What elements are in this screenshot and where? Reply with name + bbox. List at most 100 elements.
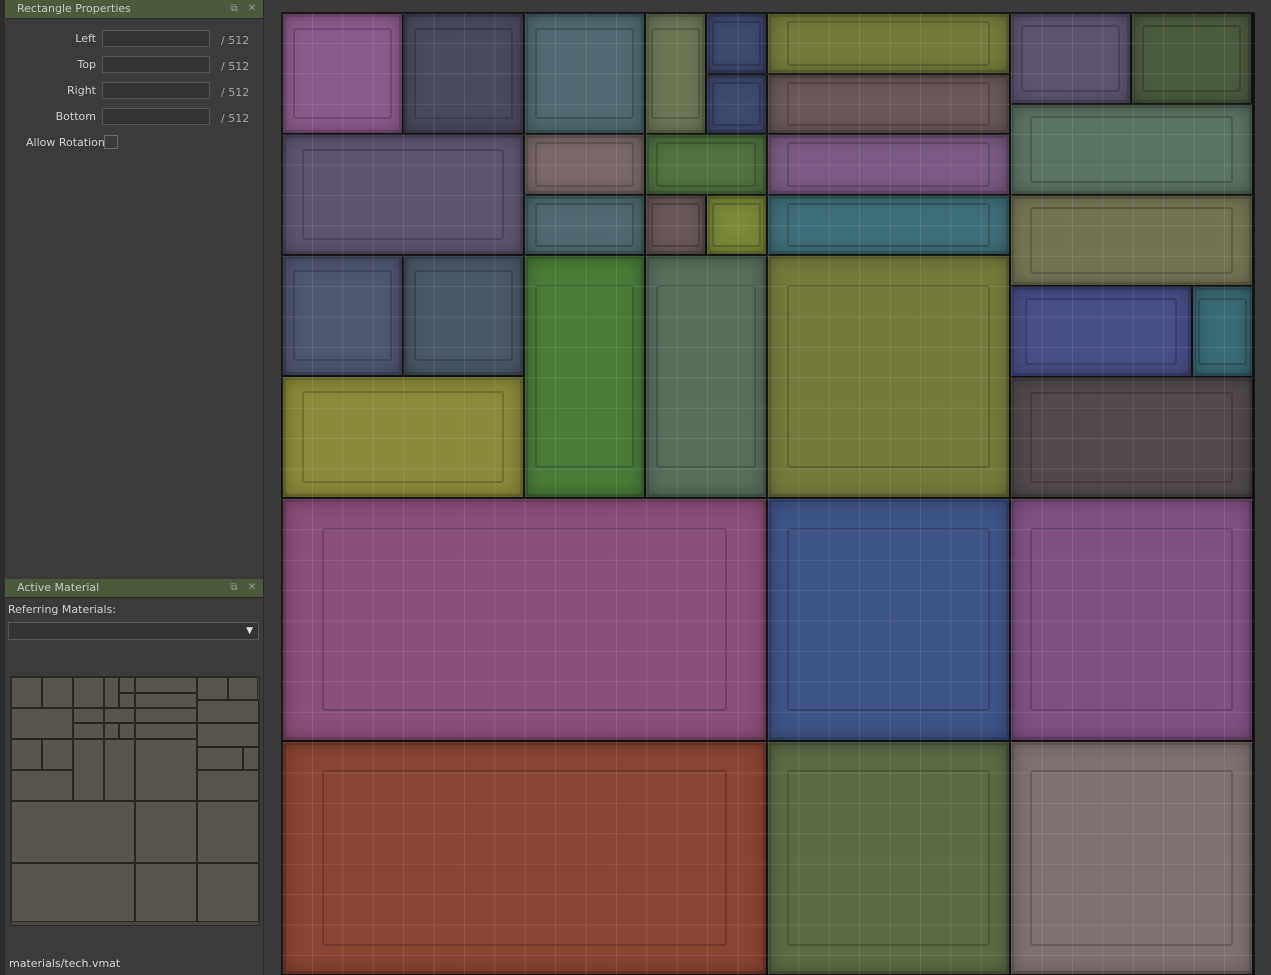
atlas-rectangle[interactable] xyxy=(524,134,645,195)
material-path-label: materials/tech.vmat xyxy=(9,957,121,970)
top-field-row: Top / 512 xyxy=(5,55,263,75)
bottom-suffix: / 512 xyxy=(221,112,250,125)
bottom-field-row: Bottom / 512 xyxy=(5,107,263,127)
preview-cell xyxy=(134,692,197,708)
preview-cell xyxy=(196,700,259,724)
preview-cell xyxy=(134,800,197,863)
preview-cell xyxy=(103,723,120,739)
referring-materials-label: Referring Materials: xyxy=(8,603,117,616)
right-suffix: / 512 xyxy=(221,86,250,99)
atlas-rectangle[interactable] xyxy=(1010,195,1253,286)
atlas-rectangle[interactable] xyxy=(282,741,767,975)
atlas-rectangle[interactable] xyxy=(524,13,645,134)
atlas-rectangle[interactable] xyxy=(645,195,706,255)
top-label: Top xyxy=(77,58,96,71)
preview-cell xyxy=(134,723,197,739)
preview-cell xyxy=(11,800,135,863)
preview-cell xyxy=(196,723,259,747)
right-input[interactable] xyxy=(102,82,210,99)
atlas-rectangle[interactable] xyxy=(1010,741,1253,975)
allow-rotation-checkbox[interactable] xyxy=(104,135,118,149)
left-suffix: / 512 xyxy=(221,34,250,47)
preview-cell xyxy=(11,769,73,801)
preview-cell xyxy=(196,800,259,863)
atlas-rectangle[interactable] xyxy=(767,255,1010,498)
top-input[interactable] xyxy=(102,56,210,73)
preview-cell xyxy=(119,723,135,739)
preview-cell xyxy=(11,677,42,708)
restore-icon[interactable]: ⧉ xyxy=(227,579,241,597)
preview-cell xyxy=(119,692,135,708)
atlas-rectangle[interactable] xyxy=(403,13,524,134)
preview-cell xyxy=(41,738,73,770)
preview-cell xyxy=(227,677,259,701)
atlas-rectangle[interactable] xyxy=(282,13,403,134)
atlas-rectangle[interactable] xyxy=(767,195,1010,255)
atlas-rectangle[interactable] xyxy=(706,74,767,134)
atlas-rectangle[interactable] xyxy=(645,13,706,134)
preview-cell xyxy=(72,677,104,708)
referring-materials-dropdown[interactable]: ▼ xyxy=(8,622,259,640)
preview-cell xyxy=(103,738,135,801)
left-label: Left xyxy=(75,32,96,45)
atlas-rectangle[interactable] xyxy=(1010,498,1253,741)
left-input[interactable] xyxy=(102,30,210,47)
atlas-rectangle[interactable] xyxy=(645,255,767,498)
close-icon[interactable]: ✕ xyxy=(245,579,259,597)
preview-cell xyxy=(103,677,120,708)
atlas-rectangle[interactable] xyxy=(282,498,767,741)
preview-cell xyxy=(134,707,197,724)
preview-cell xyxy=(119,677,135,693)
rectangle-properties-header: Rectangle Properties ⧉ ✕ xyxy=(5,0,263,19)
atlas-rectangle[interactable] xyxy=(767,134,1010,195)
atlas-rectangle[interactable] xyxy=(524,195,645,255)
atlas-rectangle[interactable] xyxy=(282,376,524,498)
atlas-rectangle[interactable] xyxy=(767,498,1010,741)
atlas-rectangle[interactable] xyxy=(1010,286,1192,377)
atlas-rectangle[interactable] xyxy=(1010,377,1253,498)
preview-cell xyxy=(243,746,259,770)
preview-cell xyxy=(11,862,135,923)
bottom-label: Bottom xyxy=(55,110,96,123)
preview-cell xyxy=(196,862,259,923)
preview-cell xyxy=(11,738,42,770)
atlas-rectangle[interactable] xyxy=(282,134,524,255)
rectangle-properties-title: Rectangle Properties xyxy=(17,2,131,15)
preview-cell xyxy=(72,707,104,724)
atlas-rectangle[interactable] xyxy=(767,741,1010,975)
right-field-row: Right / 512 xyxy=(5,81,263,101)
right-label: Right xyxy=(67,84,96,97)
preview-cell xyxy=(196,769,259,801)
atlas-rectangle[interactable] xyxy=(645,134,767,195)
atlas-rectangle[interactable] xyxy=(767,74,1010,134)
atlas-rectangle[interactable] xyxy=(767,13,1010,74)
allow-rotation-row: Allow Rotation xyxy=(5,133,263,153)
texture-atlas-canvas[interactable] xyxy=(281,12,1255,975)
left-field-row: Left / 512 xyxy=(5,29,263,49)
atlas-rectangle[interactable] xyxy=(1010,13,1131,104)
atlas-rectangle[interactable] xyxy=(282,255,403,376)
atlas-rectangle[interactable] xyxy=(1010,104,1253,195)
close-icon[interactable]: ✕ xyxy=(245,0,259,18)
atlas-rectangle[interactable] xyxy=(403,255,524,376)
material-preview-thumbnail xyxy=(10,676,260,926)
preview-cell xyxy=(134,862,197,923)
preview-cell xyxy=(103,707,135,724)
active-material-title: Active Material xyxy=(17,581,100,594)
left-dock-panel: Rectangle Properties ⧉ ✕ Left / 512 Top … xyxy=(5,0,264,975)
bottom-input[interactable] xyxy=(102,108,210,125)
atlas-rectangle[interactable] xyxy=(706,13,767,74)
preview-cell xyxy=(196,746,244,770)
preview-cell xyxy=(11,707,73,739)
atlas-rectangle[interactable] xyxy=(706,195,767,255)
atlas-rectangle[interactable] xyxy=(1131,13,1252,104)
chevron-down-icon[interactable]: ▼ xyxy=(246,626,253,636)
atlas-rectangle[interactable] xyxy=(524,255,645,498)
active-material-header: Active Material ⧉ ✕ xyxy=(5,579,263,598)
preview-cell xyxy=(134,677,197,693)
preview-cell xyxy=(196,677,228,701)
preview-cell xyxy=(72,723,104,739)
atlas-rectangle[interactable] xyxy=(1192,286,1253,377)
restore-icon[interactable]: ⧉ xyxy=(227,0,241,18)
preview-cell xyxy=(72,738,104,801)
